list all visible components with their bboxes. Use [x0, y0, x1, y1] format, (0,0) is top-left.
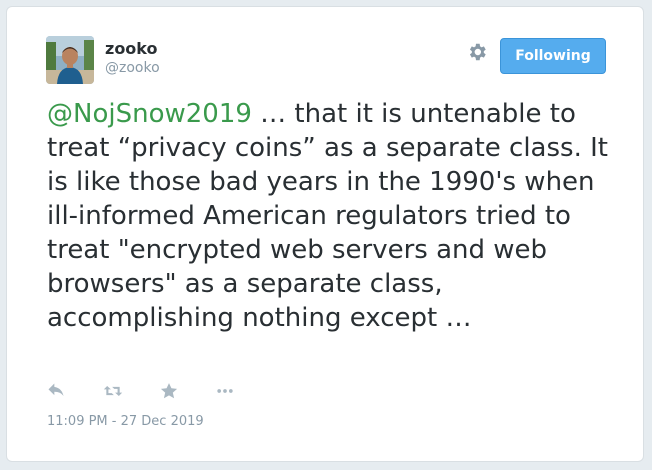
avatar[interactable] [46, 36, 94, 84]
mention-link[interactable]: @NojSnow2019 [47, 99, 252, 129]
tweet-text: @NojSnow2019 … that it is untenable to t… [47, 97, 622, 335]
user-handle[interactable]: @zooko [105, 60, 160, 76]
reply-icon[interactable] [46, 381, 68, 403]
tweet-card: zooko @zooko Following @NojSnow2019 … th… [6, 6, 644, 462]
favorite-star-icon[interactable] [159, 381, 181, 403]
gear-icon[interactable] [466, 41, 488, 63]
tweet-timestamp[interactable]: 11:09 PM - 27 Dec 2019 [47, 414, 204, 429]
following-button[interactable]: Following [500, 38, 606, 74]
user-display-name[interactable]: zooko [105, 39, 158, 58]
tweet-body: … that it is untenable to treat “privacy… [47, 99, 608, 333]
more-icon[interactable] [214, 381, 236, 403]
retweet-icon[interactable] [102, 381, 124, 403]
